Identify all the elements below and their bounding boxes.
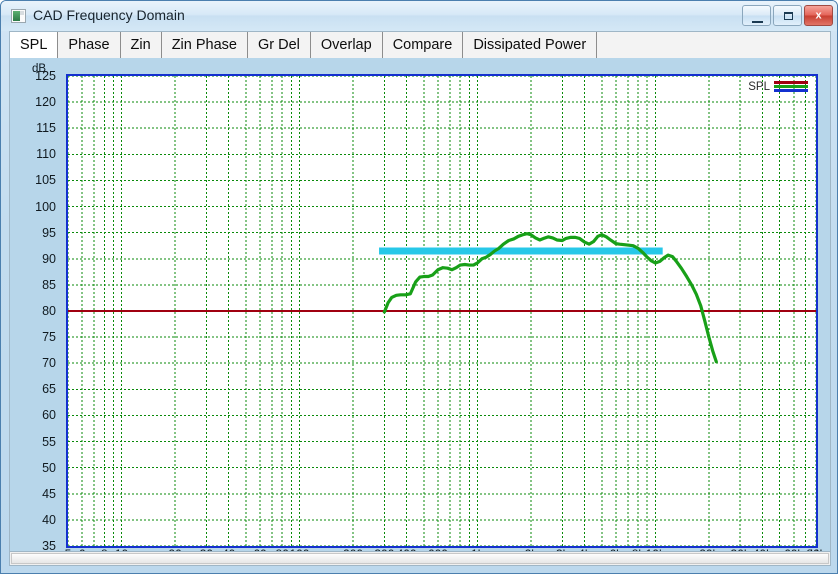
tab-overlap[interactable]: Overlap (310, 32, 383, 58)
tab-label: Dissipated Power (473, 37, 587, 53)
cad-frequency-domain-window: CAD Frequency Domain x SPL Phase Zin Zin… (0, 0, 838, 574)
plot-area[interactable]: SPL (66, 74, 818, 548)
tab-label: Overlap (320, 37, 372, 53)
spl-plot-svg (68, 76, 816, 546)
tab-label: SPL (20, 37, 48, 53)
tab-label: Gr Del (258, 37, 300, 53)
close-icon: x (815, 9, 822, 21)
tab-label: Compare (392, 37, 453, 53)
horizontal-scrollbar[interactable] (9, 551, 831, 566)
tab-zin[interactable]: Zin (120, 32, 162, 58)
chart-legend: SPL (748, 80, 808, 93)
tab-bar: SPL Phase Zin Zin Phase Gr Del Overlap C… (9, 31, 831, 58)
title-bar: CAD Frequency Domain x (1, 1, 837, 31)
chart-panel: dB 125 120 115 110 105 100 95 90 85 80 75 70 65 60 55 5… (9, 58, 831, 563)
tab-label: Phase (68, 37, 110, 53)
tab-zin-phase[interactable]: Zin Phase (161, 32, 248, 58)
legend-label-spl: SPL (748, 80, 770, 93)
window-controls: x (742, 5, 833, 26)
tab-label: Zin (130, 37, 151, 53)
window-title: CAD Frequency Domain (33, 7, 185, 23)
close-button[interactable]: x (804, 5, 833, 26)
tab-bar-filler (597, 32, 830, 58)
app-icon (11, 9, 26, 23)
tab-dissipated-power[interactable]: Dissipated Power (463, 32, 598, 58)
tab-spl[interactable]: SPL (10, 32, 59, 58)
tab-compare[interactable]: Compare (382, 32, 464, 58)
legend-swatch (774, 80, 808, 93)
maximize-button[interactable] (773, 5, 802, 26)
scrollbar-thumb[interactable] (11, 553, 829, 564)
tab-gr-del[interactable]: Gr Del (248, 32, 311, 58)
minimize-button[interactable] (742, 5, 771, 26)
tab-phase[interactable]: Phase (58, 32, 121, 58)
tab-label: Zin Phase (171, 37, 237, 53)
